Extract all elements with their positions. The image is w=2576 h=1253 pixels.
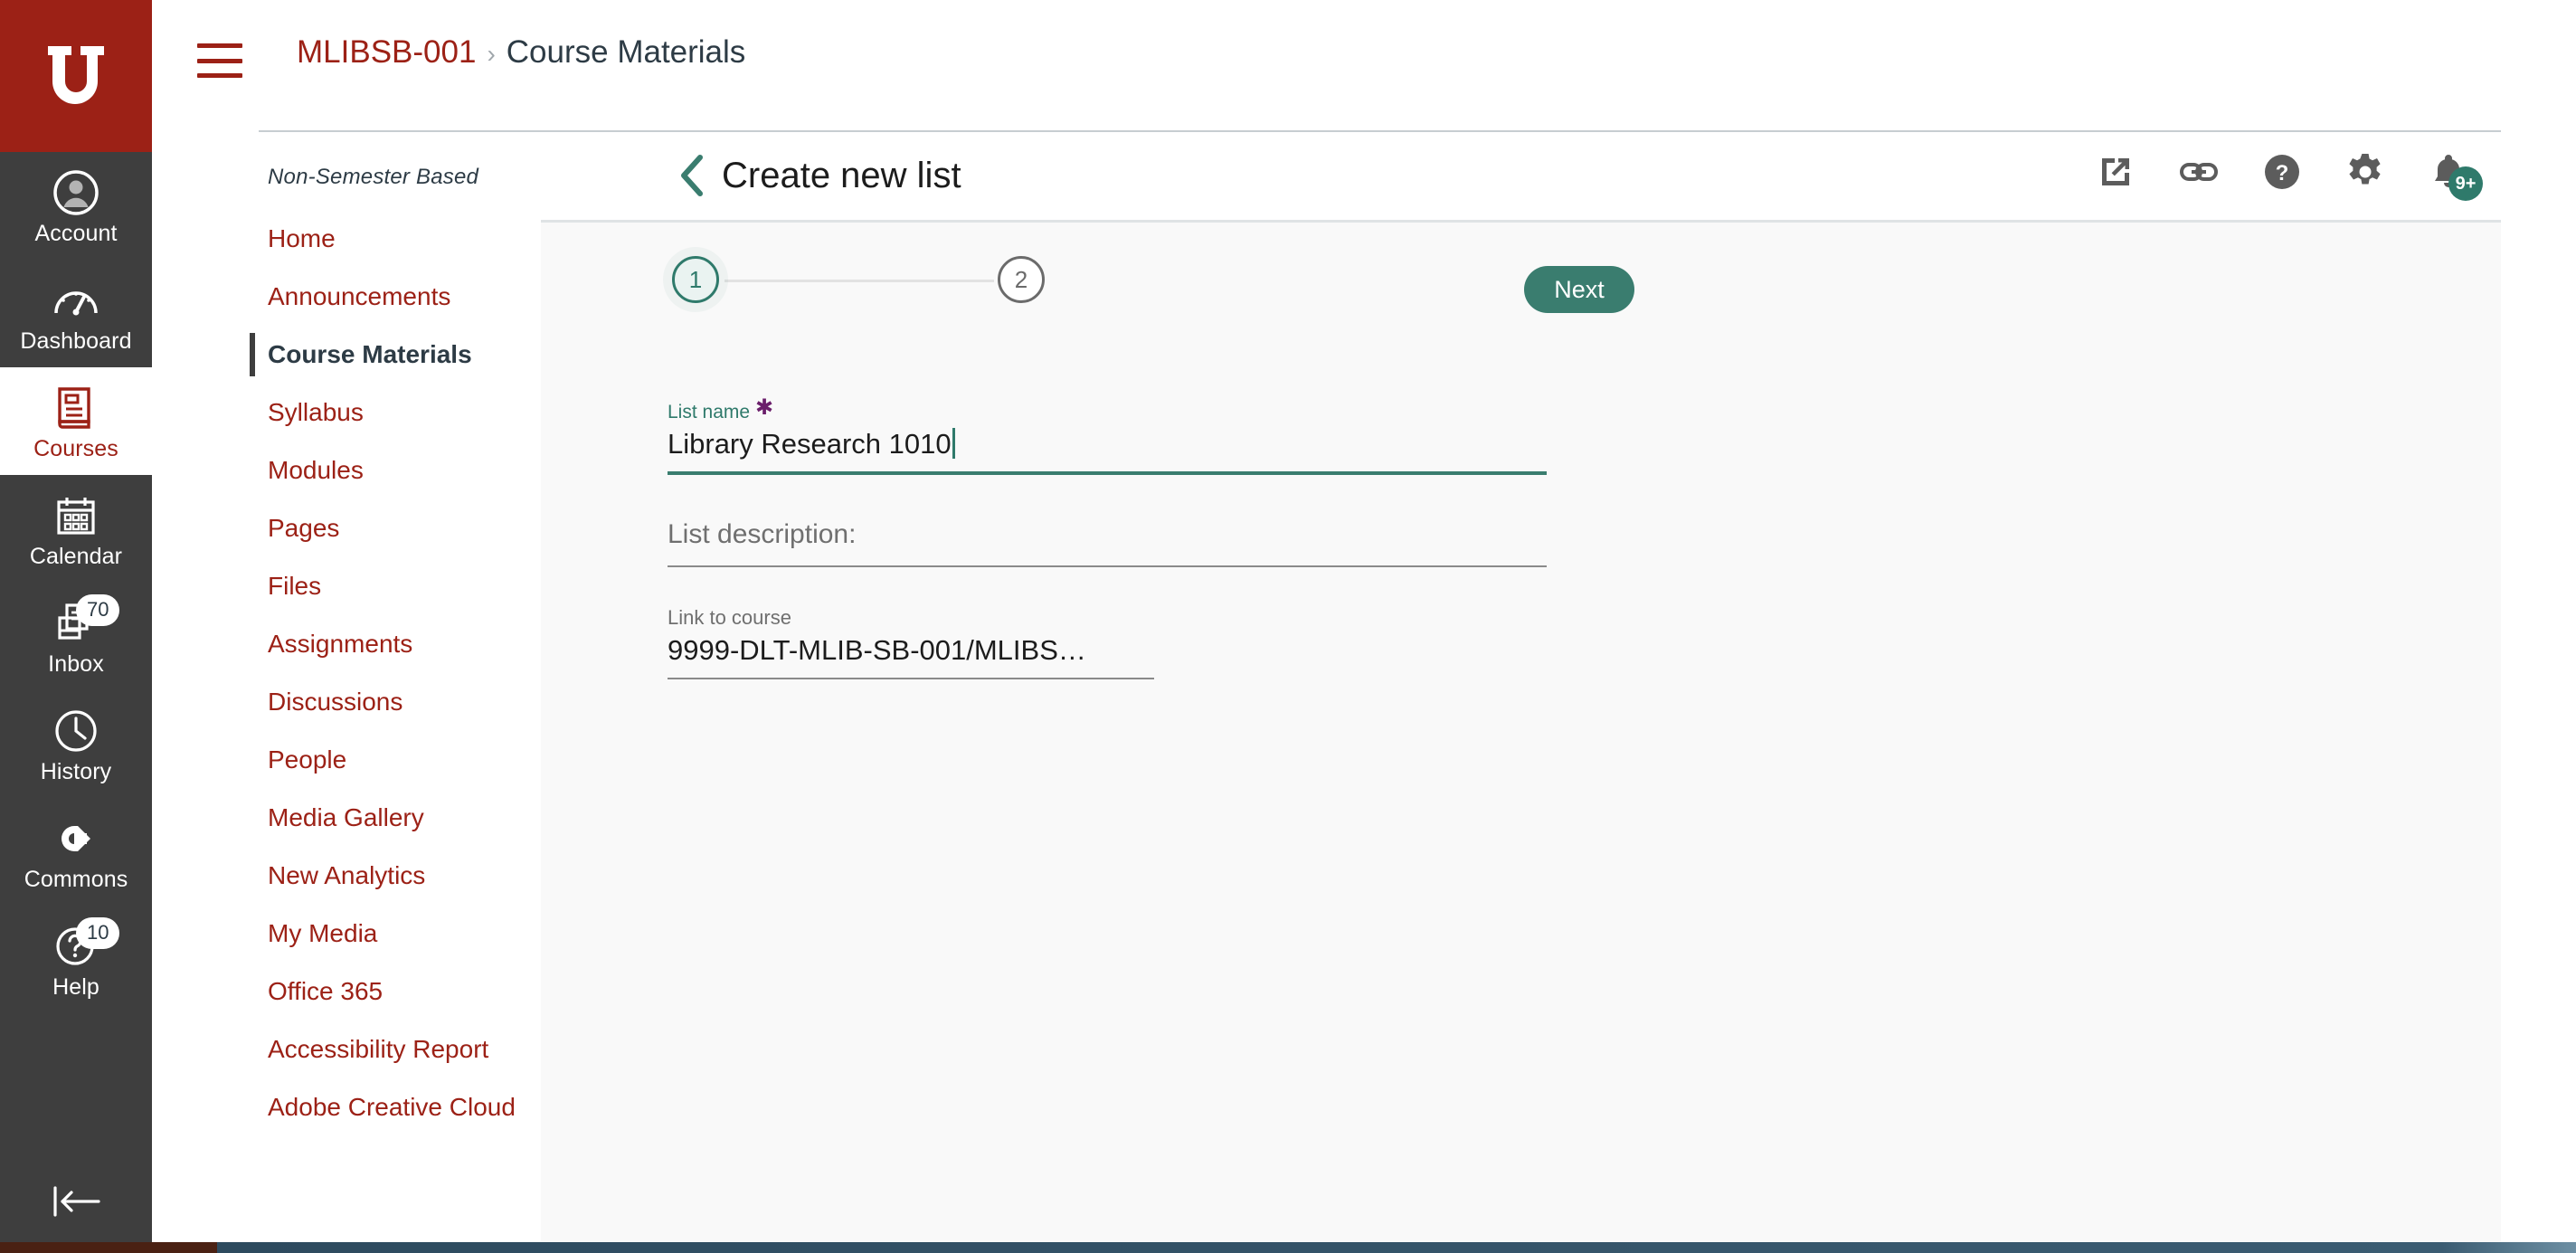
course-nav-item-assignments[interactable]: Assignments bbox=[206, 615, 541, 673]
user-avatar-icon bbox=[52, 167, 99, 218]
rail-item-account[interactable]: Account bbox=[0, 152, 152, 260]
browser-window-bottom-edge bbox=[0, 1242, 2576, 1253]
rail-item-label: Inbox bbox=[48, 651, 104, 677]
rail-item-label: Help bbox=[52, 974, 99, 1000]
rail-item-label: History bbox=[40, 759, 112, 784]
course-nav-item-course-materials[interactable]: Course Materials bbox=[206, 326, 541, 384]
course-nav-item-people[interactable]: People bbox=[206, 731, 541, 789]
breadcrumb-current: Course Materials bbox=[506, 34, 746, 70]
wizard-step-1[interactable]: 1 bbox=[672, 256, 719, 303]
list-name-field[interactable]: List name ✱ Library Research 1010 bbox=[668, 395, 1572, 475]
list-description-field[interactable]: List description: bbox=[668, 491, 1572, 567]
breadcrumb-separator-icon: › bbox=[487, 40, 496, 68]
rail-item-label: Courses bbox=[33, 436, 118, 461]
collapse-nav-icon[interactable] bbox=[0, 1182, 152, 1220]
course-nav-item-adobe-creative-cloud[interactable]: Adobe Creative Cloud bbox=[206, 1078, 541, 1136]
notifications-bell-icon[interactable]: 9+ bbox=[2427, 150, 2483, 201]
link-to-course-field[interactable]: Link to course 9999-DLT-MLIB-SB-001/MLIB… bbox=[668, 605, 1572, 679]
commons-arrow-icon bbox=[52, 813, 99, 864]
course-nav-item-media-gallery[interactable]: Media Gallery bbox=[206, 789, 541, 847]
link-to-course-value[interactable]: 9999-DLT-MLIB-SB-001/MLIBS… bbox=[668, 631, 1572, 678]
book-icon bbox=[54, 383, 98, 433]
list-name-underline-focused bbox=[668, 471, 1547, 475]
list-name-value-row: Library Research 1010 bbox=[668, 424, 1572, 471]
rail-item-label: Calendar bbox=[29, 544, 123, 569]
rail-item-label: Commons bbox=[24, 867, 128, 892]
open-in-new-window-icon[interactable] bbox=[2094, 150, 2137, 194]
calendar-icon bbox=[53, 490, 99, 541]
course-nav-list: Home Announcements Course Materials Syll… bbox=[206, 210, 541, 1136]
main-content bbox=[541, 223, 2501, 1242]
list-description-underline bbox=[668, 565, 1547, 567]
link-to-course-label: Link to course bbox=[668, 606, 791, 629]
settings-gear-icon[interactable] bbox=[2344, 150, 2387, 194]
course-nav-item-office-365[interactable]: Office 365 bbox=[206, 963, 541, 1020]
rail-item-history[interactable]: History bbox=[0, 690, 152, 798]
inbox-icon: 70 bbox=[52, 594, 120, 649]
create-list-form: List name ✱ Library Research 1010 List d… bbox=[668, 395, 1572, 679]
rail-item-calendar[interactable]: Calendar bbox=[0, 475, 152, 583]
dashboard-gauge-icon bbox=[52, 275, 99, 326]
copy-link-icon[interactable] bbox=[2177, 150, 2221, 194]
help-badge: 10 bbox=[76, 917, 120, 949]
notification-count-badge: 9+ bbox=[2448, 166, 2483, 201]
course-nav-item-announcements[interactable]: Announcements bbox=[206, 268, 541, 326]
back-chevron-icon[interactable] bbox=[677, 152, 707, 199]
global-navigation-rail: Account Dashboard Courses Calendar 70 In… bbox=[0, 0, 152, 1242]
course-nav-item-modules[interactable]: Modules bbox=[206, 441, 541, 499]
link-to-course-underline bbox=[668, 678, 1154, 679]
required-asterisk-icon: ✱ bbox=[755, 395, 774, 420]
rail-item-help[interactable]: 10 Help bbox=[0, 906, 152, 1013]
wizard-stepper: 1 2 bbox=[672, 256, 1052, 310]
page-title: Create new list bbox=[722, 156, 961, 195]
course-nav-item-discussions[interactable]: Discussions bbox=[206, 673, 541, 731]
wizard-step-2[interactable]: 2 bbox=[998, 256, 1045, 303]
rail-item-courses[interactable]: Courses bbox=[0, 367, 152, 475]
rail-item-inbox[interactable]: 70 Inbox bbox=[0, 583, 152, 690]
inbox-unread-badge: 70 bbox=[76, 594, 120, 626]
help-circle-icon[interactable]: ? bbox=[2260, 150, 2304, 194]
course-nav-item-accessibility-report[interactable]: Accessibility Report bbox=[206, 1020, 541, 1078]
list-name-input[interactable]: Library Research 1010 bbox=[668, 428, 952, 460]
svg-text:?: ? bbox=[2276, 161, 2289, 185]
clock-icon bbox=[53, 706, 99, 756]
rail-item-commons[interactable]: Commons bbox=[0, 798, 152, 906]
tool-actions: ? 9+ bbox=[2094, 150, 2483, 201]
rail-item-dashboard[interactable]: Dashboard bbox=[0, 260, 152, 367]
list-name-label-row: List name ✱ bbox=[668, 395, 1572, 424]
page-header: MLIBSB-001 › Course Materials bbox=[152, 0, 2576, 132]
breadcrumb: MLIBSB-001 › Course Materials bbox=[297, 33, 745, 74]
hamburger-menu-icon[interactable] bbox=[197, 43, 242, 78]
course-nav-item-home[interactable]: Home bbox=[206, 210, 541, 268]
rail-item-label: Account bbox=[34, 221, 118, 246]
breadcrumb-course-link[interactable]: MLIBSB-001 bbox=[297, 34, 476, 70]
page-right-gutter bbox=[2501, 0, 2576, 1242]
course-nav-item-pages[interactable]: Pages bbox=[206, 499, 541, 557]
next-button[interactable]: Next bbox=[1524, 266, 1634, 313]
help-question-icon: 10 bbox=[53, 917, 120, 972]
university-of-utah-u-logo[interactable] bbox=[0, 0, 152, 152]
course-nav-item-files[interactable]: Files bbox=[206, 557, 541, 615]
rail-item-label: Dashboard bbox=[20, 328, 132, 354]
text-cursor bbox=[952, 428, 955, 459]
course-nav-item-syllabus[interactable]: Syllabus bbox=[206, 384, 541, 441]
course-navigation: Non-Semester Based Home Announcements Co… bbox=[152, 0, 541, 1242]
canvas: Account Dashboard Courses Calendar 70 In… bbox=[0, 0, 2576, 1253]
course-nav-scroll-fade bbox=[152, 1134, 541, 1242]
course-term-label: Non-Semester Based bbox=[268, 165, 479, 189]
course-nav-item-my-media[interactable]: My Media bbox=[206, 905, 541, 963]
list-description-input[interactable]: List description: bbox=[668, 491, 1572, 565]
tool-header: Create new list ? 9+ bbox=[541, 132, 2501, 220]
course-nav-item-new-analytics[interactable]: New Analytics bbox=[206, 847, 541, 905]
stepper-connector-line bbox=[724, 280, 994, 282]
list-name-label: List name bbox=[668, 402, 751, 422]
